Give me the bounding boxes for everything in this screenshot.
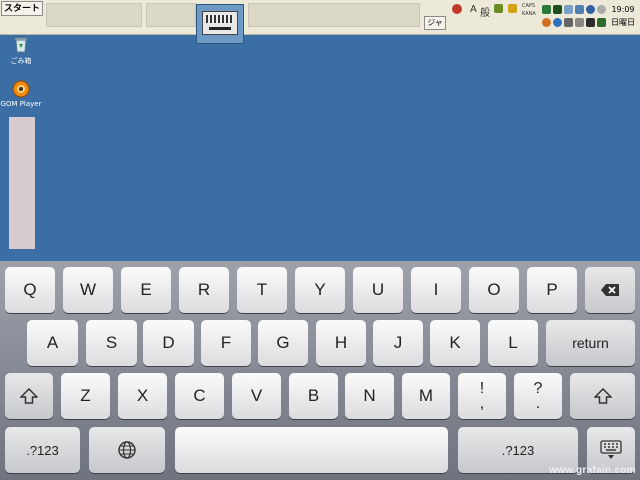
key-v[interactable]: V [232, 373, 281, 419]
key-q[interactable]: Q [5, 267, 55, 313]
backspace-key[interactable] [585, 267, 635, 313]
tray-bluetooth-icon[interactable] [586, 5, 595, 14]
ime-tool-icon[interactable] [508, 4, 517, 13]
ime-bar: A 般 CAPS KANA [450, 2, 538, 30]
key-l[interactable]: L [488, 320, 538, 366]
key-p[interactable]: P [527, 267, 577, 313]
virtual-keyboard: Q W E R T Y U I O P A S D F G H J K L re… [0, 261, 640, 480]
tray-app-icon[interactable] [553, 5, 562, 14]
key-r[interactable]: R [179, 267, 229, 313]
taskbar-button-1[interactable] [46, 3, 142, 27]
key-s[interactable]: S [86, 320, 137, 366]
tray-power-icon[interactable] [542, 5, 551, 14]
key-f[interactable]: F [201, 320, 251, 366]
language-button[interactable]: ジャ [424, 16, 446, 30]
key-x[interactable]: X [118, 373, 167, 419]
key-exclaim-comma[interactable]: ! , [458, 373, 506, 419]
recycle-bin-icon [12, 36, 30, 54]
shift-key-left[interactable] [5, 373, 53, 419]
ime-icon[interactable] [452, 4, 462, 14]
watermark: www.grafain.com [549, 465, 636, 476]
taskbar-clock[interactable]: 19:09 日曜日 [606, 3, 640, 31]
key-t[interactable]: T [237, 267, 287, 313]
keyboard-hide-icon [600, 439, 622, 461]
key-u[interactable]: U [353, 267, 403, 313]
taskbar: スタート ジャ A 般 CAPS KANA 19:09 日曜日 [0, 0, 640, 35]
key-c[interactable]: C [175, 373, 224, 419]
desktop-icon-label: GOM Player [0, 100, 42, 108]
taskbar-button-3[interactable] [248, 3, 420, 27]
key-upper-glyph: ? [533, 380, 543, 397]
shift-key-right[interactable] [570, 373, 635, 419]
keyboard-toggle-button[interactable] [196, 4, 244, 44]
key-w[interactable]: W [63, 267, 113, 313]
tray-network-icon[interactable] [564, 5, 573, 14]
key-j[interactable]: J [373, 320, 423, 366]
system-tray [540, 1, 606, 31]
key-z[interactable]: Z [61, 373, 110, 419]
key-d[interactable]: D [143, 320, 194, 366]
space-key[interactable] [175, 427, 448, 473]
key-e[interactable]: E [121, 267, 171, 313]
start-button[interactable]: スタート [1, 1, 43, 16]
key-n[interactable]: N [345, 373, 394, 419]
tray-keyboard-icon[interactable] [586, 18, 595, 27]
key-question-period[interactable]: ? . [514, 373, 562, 419]
shift-icon [593, 388, 612, 404]
key-lower-glyph: . [535, 395, 541, 412]
faded-desktop-panel [9, 117, 35, 249]
tray-volume-icon[interactable] [575, 18, 584, 27]
globe-key[interactable] [89, 427, 165, 473]
key-b[interactable]: B [289, 373, 338, 419]
clock-day: 日曜日 [611, 18, 635, 27]
return-key[interactable]: return [546, 320, 635, 366]
ime-dictionary-icon[interactable] [494, 4, 503, 13]
keyboard-icon [202, 11, 238, 35]
key-m[interactable]: M [402, 373, 450, 419]
key-g[interactable]: G [258, 320, 308, 366]
backspace-icon [600, 283, 620, 297]
key-a[interactable]: A [27, 320, 78, 366]
kana-indicator: KANA [522, 11, 536, 17]
ime-mode[interactable]: A [470, 4, 477, 15]
caps-indicator: CAPS [522, 3, 536, 9]
tray-update-icon[interactable] [542, 18, 551, 27]
taskbar-button-2[interactable] [146, 3, 196, 27]
tray-security-icon[interactable] [553, 18, 562, 27]
ime-kana[interactable]: 般 [480, 4, 490, 19]
tray-status-icon[interactable] [597, 18, 606, 27]
gom-player-icon [12, 80, 30, 98]
desktop-icon-recycle-bin[interactable]: ごみ箱 [0, 36, 42, 66]
tray-monitor-icon[interactable] [564, 18, 573, 27]
tray-display-icon[interactable] [575, 5, 584, 14]
key-upper-glyph: ! [479, 380, 485, 397]
key-h[interactable]: H [316, 320, 366, 366]
desktop-icon-label: ごみ箱 [10, 57, 32, 65]
desktop-icon-gom-player[interactable]: GOM Player [0, 80, 42, 108]
globe-icon [117, 440, 137, 460]
key-o[interactable]: O [469, 267, 519, 313]
key-y[interactable]: Y [295, 267, 345, 313]
key-k[interactable]: K [430, 320, 480, 366]
shift-icon [20, 388, 38, 404]
clock-time: 19:09 [611, 5, 635, 14]
tray-help-icon[interactable] [597, 5, 606, 14]
key-lower-glyph: , [479, 395, 485, 412]
key-i[interactable]: I [411, 267, 461, 313]
numbers-key-left[interactable]: .?123 [5, 427, 80, 473]
